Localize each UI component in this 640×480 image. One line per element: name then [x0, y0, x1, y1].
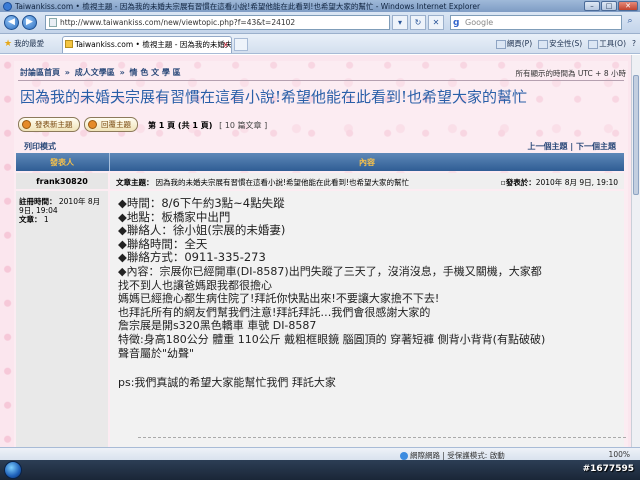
- user-info-cell: 註冊時間： 2010年 8月 9日, 19:04 文章： 1: [16, 191, 108, 447]
- search-icon[interactable]: ⌕: [623, 15, 637, 30]
- safety-menu[interactable]: 安全性(S): [538, 38, 582, 49]
- scrollbar-thumb[interactable]: [633, 75, 639, 195]
- tab-title: Taiwankiss.com • 檢視主題 - 因為我的未婚夫...: [75, 40, 232, 49]
- status-bar: 網際網路 | 受保護模式: 啟動 100%: [0, 447, 640, 460]
- globe-icon: [400, 451, 408, 460]
- tab-active[interactable]: Taiwankiss.com • 檢視主題 - 因為我的未婚夫... x: [62, 36, 232, 53]
- stop-button[interactable]: ✕: [428, 15, 444, 30]
- breadcrumb: 討論區首頁 » 成人文學區 » 情 色 文 學 區: [20, 68, 181, 77]
- page-icon: [49, 18, 57, 27]
- google-icon: g: [453, 18, 460, 28]
- body-line: ◆聯絡人：徐小姐(宗展的未婚妻): [118, 223, 286, 238]
- breadcrumb-section[interactable]: 情 色 文 學 區: [130, 68, 181, 77]
- post-date: ▫發表於：2010年 8月 9日, 19:10: [500, 178, 618, 187]
- new-tab-button[interactable]: [234, 38, 248, 51]
- watermark: #1677595: [582, 464, 634, 474]
- body-line: ◆地點：板橋家中出門: [118, 209, 231, 224]
- body-line: 聲音屬於"幼聲": [118, 346, 195, 360]
- prev-next-topic-links[interactable]: 上一個主題 | 下一個主題: [528, 141, 617, 152]
- forward-button[interactable]: ▶: [22, 15, 37, 30]
- signature-divider: [138, 437, 626, 445]
- post-author[interactable]: frank30820: [16, 177, 108, 186]
- timezone-note: 所有顯示的時間為 UTC + 8 小時: [515, 69, 626, 78]
- taskbar: [0, 460, 640, 480]
- post-table-header: 發表人 內容: [16, 153, 624, 171]
- search-input[interactable]: g Google: [450, 15, 622, 30]
- favorites-button[interactable]: ★ 我的最愛: [4, 38, 44, 49]
- tools-menu-icon: [588, 39, 599, 49]
- user-info: 註冊時間： 2010年 8月 9日, 19:04 文章： 1: [19, 197, 101, 224]
- search-placeholder: Google: [465, 18, 494, 27]
- page-number: 第 1 頁 (共 1 頁): [148, 121, 213, 130]
- divider: [18, 80, 624, 81]
- address-buttons: ▾ ↻ ✕: [392, 15, 444, 30]
- breadcrumb-adult-lit[interactable]: 成人文學區: [75, 68, 115, 77]
- tab-close-icon[interactable]: x: [223, 37, 228, 52]
- window-titlebar: Taiwankiss.com • 檢視主題 - 因為我的未婚夫宗展有習慣在這看小…: [0, 0, 640, 12]
- help-menu[interactable]: ?: [632, 39, 636, 48]
- body-line: ◆內容：宗展你已經開車(DI-8587)出門失蹤了三天了，沒消沒息，手機又關機，…: [118, 264, 542, 278]
- author-column-header: 發表人: [50, 158, 74, 167]
- body-line: ◆聯絡時間：全天: [118, 236, 208, 251]
- post-header-row: frank30820 文章主題： 因為我的未婚夫宗展有習慣在這看小說!希望他能在此…: [16, 173, 624, 189]
- zoom-level[interactable]: 100%: [609, 450, 630, 459]
- url-text: http://www.taiwankiss.com/new/viewtopic.…: [60, 18, 296, 27]
- post-body: ◆時間：8/6下午約3點~4點失蹤 ◆地點：板橋家中出門 ◆聯絡人：徐小姐(宗展…: [118, 196, 618, 390]
- post-body-cell: ◆時間：8/6下午約3點~4點失蹤 ◆地點：板橋家中出門 ◆聯絡人：徐小姐(宗展…: [110, 191, 626, 447]
- close-window-button[interactable]: ✕: [618, 1, 638, 11]
- topic-title[interactable]: 因為我的未婚夫宗展有習慣在這看小說!希望他能在此看到!也希望大家的幫忙: [20, 86, 527, 107]
- tools-menu[interactable]: 工具(O): [588, 38, 626, 49]
- print-view-link[interactable]: 列印模式: [24, 141, 56, 152]
- page-menu[interactable]: 網頁(P): [495, 38, 532, 49]
- body-line: ◆時間：8/6下午約3點~4點失蹤: [118, 196, 285, 210]
- vertical-scrollbar[interactable]: [631, 55, 640, 447]
- site-favicon-icon: [65, 40, 73, 48]
- minimize-button[interactable]: –: [584, 1, 600, 11]
- body-ps: ps:我們真誠的希望大家能幫忙我們 拜託大家: [118, 376, 336, 390]
- body-line: 詹宗展是開s320黑色轎車 車號 DI-8587: [118, 319, 317, 333]
- body-line: 也拜託所有的網友們幫我們注意!拜託拜託…我們會很感謝大家的: [118, 305, 431, 319]
- back-button[interactable]: ◀: [4, 15, 19, 30]
- forum-panel: 討論區首頁 » 成人文學區 » 情 色 文 學 區 所有顯示的時間為 UTC +…: [14, 61, 628, 447]
- page-info: 第 1 頁 (共 1 頁) [ 10 篇文章 ]: [148, 120, 267, 131]
- post-subject: 文章主題： 因為我的未婚夫宗展有習慣在這看小說!希望他能在此看到!也希望大家的幫忙: [116, 178, 410, 187]
- new-topic-button[interactable]: 發表新主題: [18, 117, 80, 132]
- post-count: [ 10 篇文章 ]: [219, 121, 268, 130]
- reply-button[interactable]: 回覆主題: [84, 117, 138, 132]
- author-cell: frank30820: [16, 173, 108, 189]
- address-bar[interactable]: http://www.taiwankiss.com/new/viewtopic.…: [45, 15, 390, 30]
- window-title: Taiwankiss.com • 檢視主題 - 因為我的未婚夫宗展有習慣在這看小…: [15, 1, 481, 11]
- reply-icon: [88, 120, 97, 129]
- body-line: ◆聯絡方式：0911-335-273: [118, 250, 266, 265]
- favorites-label: 我的最愛: [14, 39, 45, 48]
- maximize-button[interactable]: □: [601, 1, 617, 11]
- command-bar: 網頁(P) 安全性(S) 工具(O) ?: [495, 38, 636, 49]
- body-line: 特徵:身高180公分 體重 110公斤 戴粗框眼鏡 腦圓頂的 穿著短褲 側背小背…: [118, 332, 546, 346]
- subject-cell: 文章主題： 因為我的未婚夫宗展有習慣在這看小說!希望他能在此看到!也希望大家的幫忙…: [110, 173, 624, 189]
- refresh-button[interactable]: ↻: [410, 15, 426, 30]
- start-button[interactable]: [4, 461, 22, 479]
- tab-toolbar: ★ 我的最愛 Taiwankiss.com • 檢視主題 - 因為我的未婚夫..…: [0, 34, 640, 54]
- content-column-header: 內容: [359, 158, 375, 167]
- address-toolbar: ◀ ▶ http://www.taiwankiss.com/new/viewto…: [0, 12, 640, 34]
- page-menu-icon: [495, 39, 506, 49]
- safety-menu-icon: [538, 39, 549, 49]
- ie-logo-icon: [3, 1, 12, 11]
- page-content: 討論區首頁 » 成人文學區 » 情 色 文 學 區 所有顯示的時間為 UTC +…: [0, 55, 631, 447]
- body-line: 媽媽已經擔心都生病住院了!拜託你快點出來!不要讓大家擔不下去!: [118, 292, 440, 306]
- print-row: 列印模式 上一個主題 | 下一個主題: [16, 139, 624, 152]
- body-line: 找不到人也讓爸媽跟我都很擔心: [118, 278, 272, 292]
- breadcrumb-home[interactable]: 討論區首頁: [20, 68, 60, 77]
- star-icon: ★: [4, 38, 13, 49]
- window-controls: – □ ✕: [584, 1, 638, 11]
- post-body-row: 註冊時間： 2010年 8月 9日, 19:04 文章： 1 ◆時間：8/6下午…: [16, 191, 626, 447]
- address-dropdown-button[interactable]: ▾: [392, 15, 408, 30]
- new-topic-icon: [22, 120, 31, 129]
